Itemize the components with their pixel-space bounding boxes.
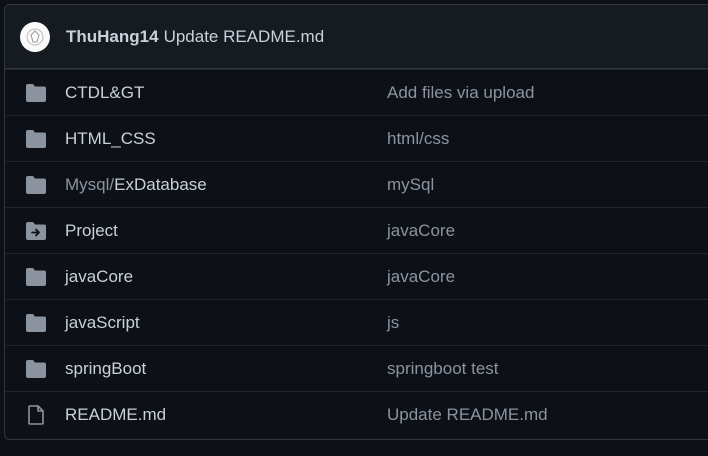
folder-icon bbox=[26, 175, 46, 194]
commit-message-link[interactable]: html/css bbox=[387, 129, 449, 149]
commit-message-link[interactable]: javaCore bbox=[387, 267, 455, 287]
avatar[interactable] bbox=[20, 21, 50, 52]
file-name[interactable]: Project bbox=[65, 221, 118, 241]
commit-message-link[interactable]: mySql bbox=[387, 175, 434, 195]
file-row-javascript[interactable]: javaScript js bbox=[5, 299, 708, 345]
commit-message[interactable]: Update README.md bbox=[164, 27, 325, 47]
commit-message-link[interactable]: springboot test bbox=[387, 359, 499, 379]
file-name[interactable]: springBoot bbox=[65, 359, 146, 379]
file-name[interactable]: HTML_CSS bbox=[65, 129, 156, 149]
file-row-ctdl[interactable]: CTDL&GT Add files via upload bbox=[5, 69, 708, 115]
commit-author[interactable]: ThuHang14 bbox=[66, 27, 159, 47]
latest-commit-header: ThuHang14 Update README.md bbox=[5, 5, 708, 69]
file-browser: ThuHang14 Update README.md CTDL&GT Add f… bbox=[4, 4, 708, 440]
folder-icon bbox=[26, 313, 46, 332]
folder-icon bbox=[26, 267, 46, 286]
file-name[interactable]: Mysql/ExDatabase bbox=[65, 175, 207, 195]
folder-icon bbox=[26, 359, 46, 378]
file-row-readme[interactable]: README.md Update README.md bbox=[5, 391, 708, 437]
file-row-html-css[interactable]: HTML_CSS html/css bbox=[5, 115, 708, 161]
file-row-springboot[interactable]: springBoot springboot test bbox=[5, 345, 708, 391]
file-name[interactable]: README.md bbox=[65, 405, 166, 425]
file-icon bbox=[28, 404, 44, 425]
file-name[interactable]: javaCore bbox=[65, 267, 133, 287]
commit-message-link[interactable]: js bbox=[387, 313, 399, 333]
avatar-image-icon bbox=[26, 28, 44, 45]
folder-icon bbox=[26, 129, 46, 148]
commit-message-link[interactable]: Update README.md bbox=[387, 405, 548, 425]
file-name[interactable]: CTDL&GT bbox=[65, 83, 144, 103]
folder-icon bbox=[26, 83, 46, 102]
file-row-mysql[interactable]: Mysql/ExDatabase mySql bbox=[5, 161, 708, 207]
submodule-folder-icon bbox=[26, 221, 46, 240]
file-row-javacore[interactable]: javaCore javaCore bbox=[5, 253, 708, 299]
commit-message-link[interactable]: Add files via upload bbox=[387, 83, 534, 103]
commit-message-link[interactable]: javaCore bbox=[387, 221, 455, 241]
file-name[interactable]: javaScript bbox=[65, 313, 140, 333]
file-row-project[interactable]: Project javaCore bbox=[5, 207, 708, 253]
